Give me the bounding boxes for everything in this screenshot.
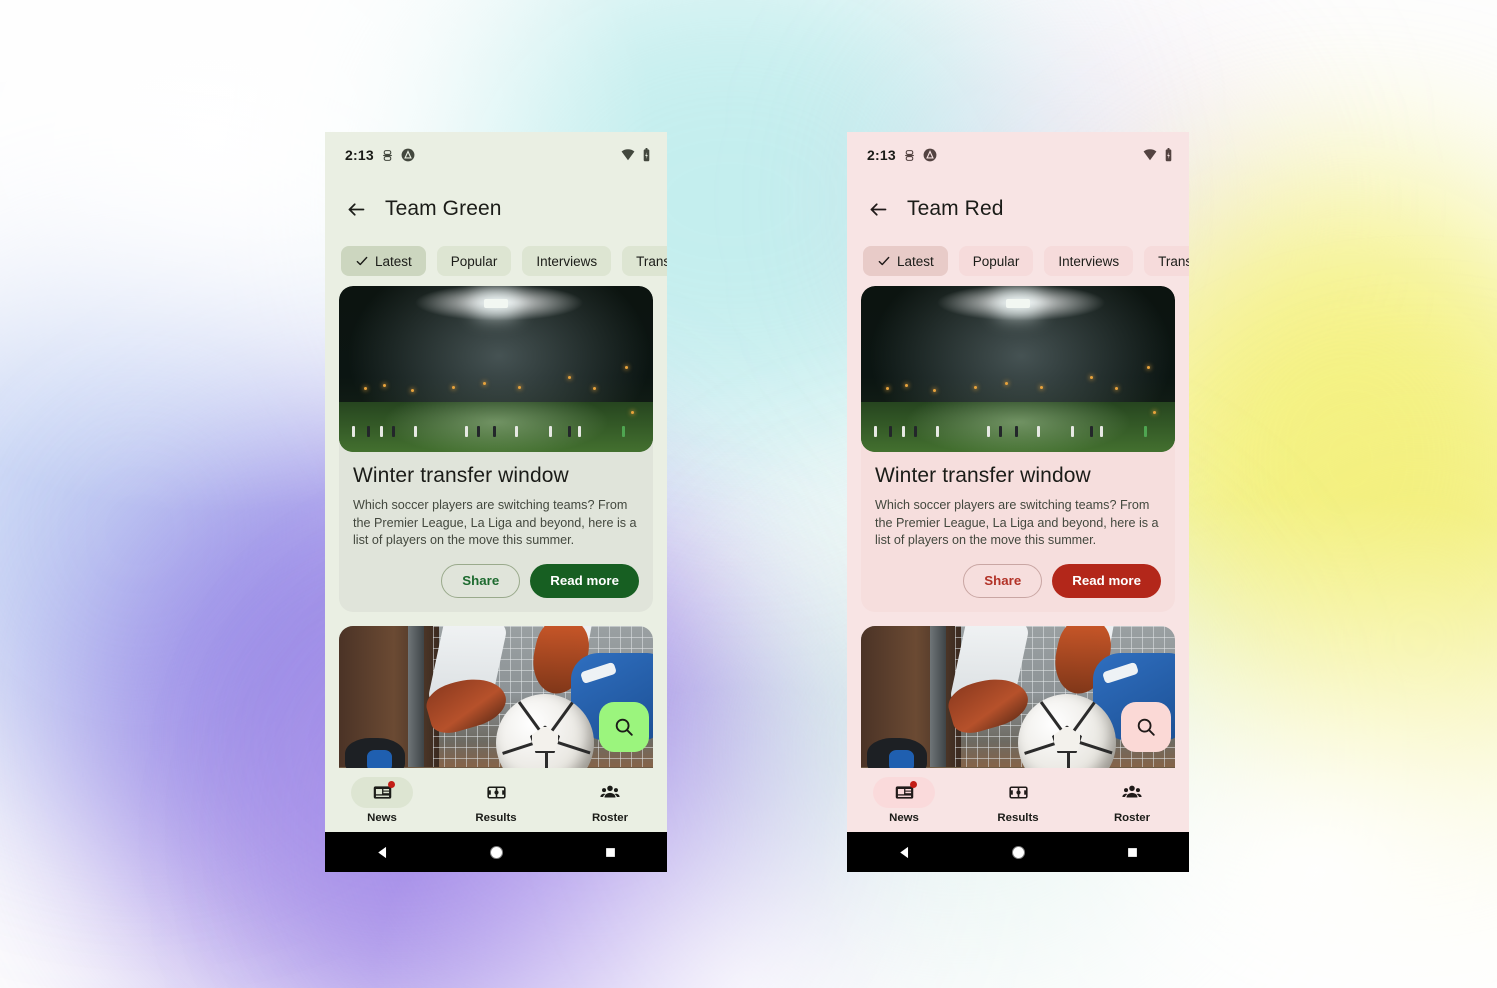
status-bar: 2:13 [847, 132, 1189, 178]
chip-label: Transfers [636, 253, 667, 269]
do-not-disturb-icon [903, 149, 916, 162]
back-triangle-icon[interactable] [896, 844, 913, 861]
nav-label-news: News [889, 811, 919, 824]
status-bar-clock: 2:13 [345, 147, 374, 163]
nav-label-roster: Roster [591, 811, 629, 824]
app-notification-icon [923, 148, 937, 162]
phone-mockup-team-green: 2:13 Team Green Latest Popular Interview… [325, 132, 667, 872]
article-actions: Share Read more [353, 563, 639, 598]
battery-icon [642, 148, 651, 162]
news-feed-scroll[interactable]: Winter transfer window Which soccer play… [847, 286, 1189, 768]
recents-square-icon[interactable] [603, 845, 618, 860]
article-card[interactable]: Winter transfer window Which soccer play… [861, 286, 1175, 612]
search-icon [613, 716, 635, 738]
notification-badge [910, 780, 917, 788]
chip-latest[interactable]: Latest [341, 246, 426, 276]
bottom-navigation-bar: News Results Roster [847, 768, 1189, 832]
chip-label: Interviews [1058, 253, 1120, 269]
article-title: Winter transfer window [875, 464, 1091, 487]
chip-interviews[interactable]: Interviews [522, 246, 612, 276]
filter-chip-row: Latest Popular Interviews Transfers [847, 240, 1189, 286]
wifi-icon [621, 149, 635, 161]
chip-popular[interactable]: Popular [958, 246, 1034, 276]
scoreboard-icon [1008, 782, 1029, 803]
search-fab[interactable] [1121, 702, 1171, 752]
search-icon [1135, 716, 1157, 738]
chip-interviews[interactable]: Interviews [1044, 246, 1134, 276]
chip-label: Latest [897, 253, 934, 269]
android-system-nav [325, 832, 667, 872]
read-more-button[interactable]: Read more [530, 563, 639, 598]
battery-icon [1164, 148, 1173, 162]
article-body: Which soccer players are switching teams… [875, 498, 1159, 548]
group-icon [599, 781, 621, 803]
nav-item-roster[interactable]: Roster [1075, 777, 1189, 824]
chip-label: Latest [375, 253, 412, 269]
android-system-nav [847, 832, 1189, 872]
group-icon [1121, 781, 1143, 803]
ambient-background [0, 0, 1497, 988]
bottom-navigation-bar: News Results Roster [325, 768, 667, 832]
share-button[interactable]: Share [441, 563, 521, 598]
page-title: Team Green [385, 197, 502, 220]
article-title: Winter transfer window [353, 464, 569, 487]
news-feed-scroll[interactable]: Winter transfer window Which soccer play… [325, 286, 667, 768]
nav-item-news[interactable]: News [847, 776, 961, 824]
phone-mockup-team-red: 2:13 Team Red Latest Popular Interviews … [847, 132, 1189, 872]
back-arrow-icon[interactable] [867, 198, 889, 220]
gradient-veil [0, 0, 1497, 988]
do-not-disturb-icon [381, 149, 394, 162]
article-hero-image [339, 286, 653, 452]
read-more-button[interactable]: Read more [1052, 563, 1161, 598]
status-bar-clock: 2:13 [867, 147, 896, 163]
check-icon [877, 254, 891, 268]
chip-label: Popular [972, 253, 1020, 269]
filter-chip-row: Latest Popular Interviews Transfers [325, 240, 667, 286]
nav-item-news[interactable]: News [325, 776, 439, 824]
scoreboard-icon [486, 782, 507, 803]
nav-item-results[interactable]: Results [961, 777, 1075, 824]
share-button[interactable]: Share [963, 563, 1043, 598]
nav-label-results: Results [475, 811, 517, 824]
notification-badge [388, 780, 395, 788]
status-bar: 2:13 [325, 132, 667, 178]
article-body: Which soccer players are switching teams… [353, 498, 637, 548]
recents-square-icon[interactable] [1125, 845, 1140, 860]
home-circle-icon[interactable] [1010, 844, 1027, 861]
article-card[interactable]: Winter transfer window Which soccer play… [339, 286, 653, 612]
home-circle-icon[interactable] [488, 844, 505, 861]
nav-label-news: News [367, 811, 397, 824]
chip-transfers[interactable]: Transfers [622, 246, 667, 276]
back-triangle-icon[interactable] [374, 844, 391, 861]
chip-label: Interviews [536, 253, 598, 269]
chip-transfers[interactable]: Transfers [1144, 246, 1189, 276]
nav-item-roster[interactable]: Roster [553, 777, 667, 824]
nav-label-roster: Roster [1113, 811, 1151, 824]
chip-latest[interactable]: Latest [863, 246, 948, 276]
check-icon [355, 254, 369, 268]
app-bar: Team Green [325, 178, 667, 240]
chip-label: Popular [450, 253, 498, 269]
article-hero-image [861, 286, 1175, 452]
wifi-icon [1143, 149, 1157, 161]
nav-label-results: Results [997, 811, 1039, 824]
back-arrow-icon[interactable] [345, 198, 367, 220]
article-actions: Share Read more [875, 563, 1161, 598]
nav-item-results[interactable]: Results [439, 777, 553, 824]
page-title: Team Red [907, 197, 1004, 220]
search-fab[interactable] [599, 702, 649, 752]
chip-label: Transfers [1158, 253, 1189, 269]
app-bar: Team Red [847, 178, 1189, 240]
chip-popular[interactable]: Popular [436, 246, 512, 276]
app-notification-icon [401, 148, 415, 162]
